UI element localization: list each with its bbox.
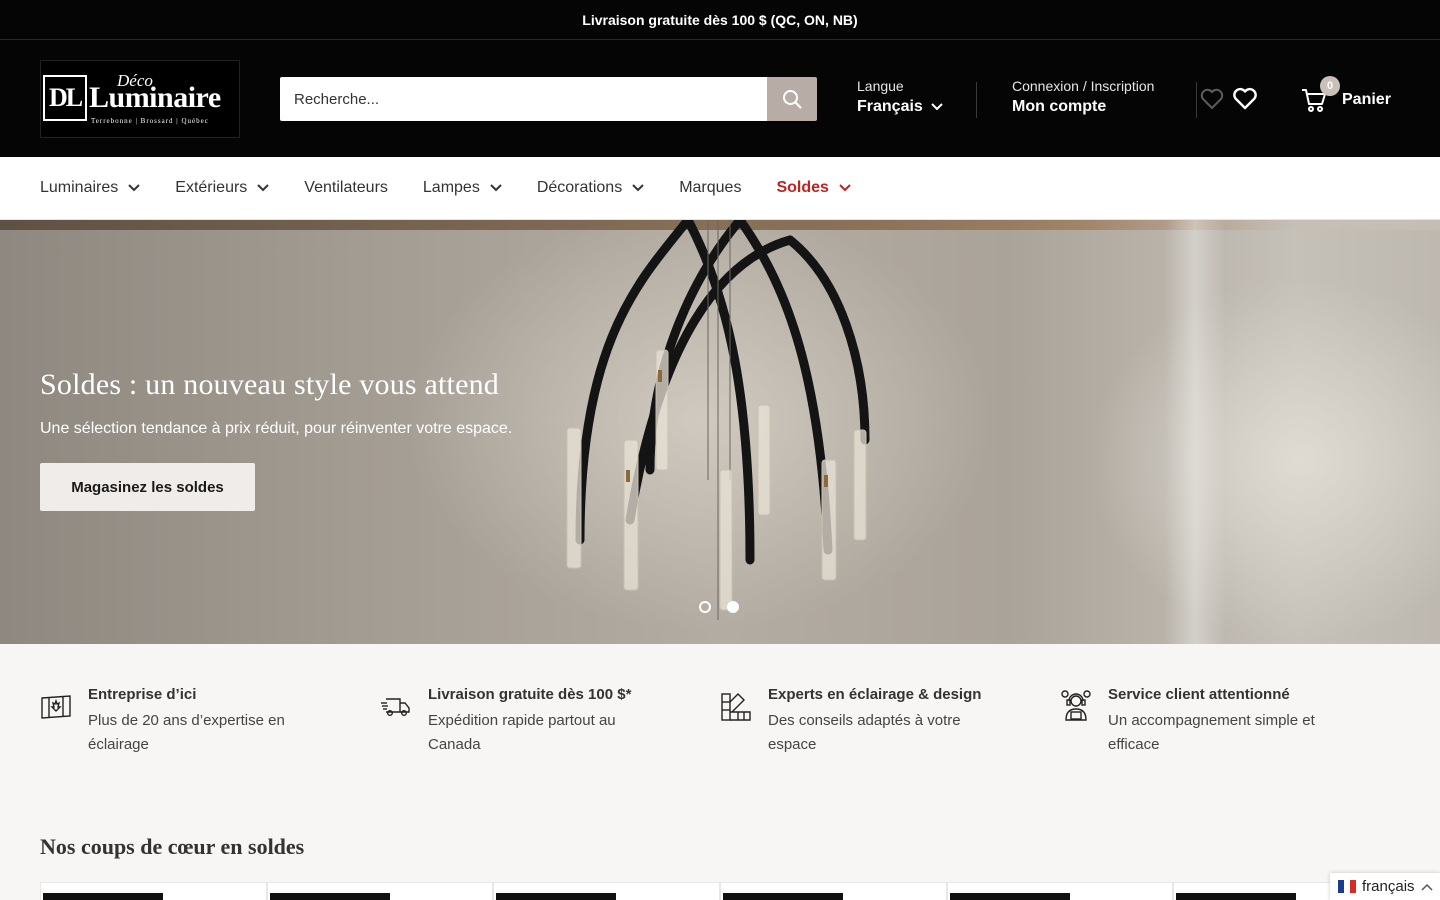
nav-item-marques[interactable]: Marques <box>679 179 741 197</box>
chevron-down-icon <box>839 184 851 192</box>
nav-item-label: Soldes <box>776 179 829 196</box>
chevron-down-icon <box>490 184 502 192</box>
feature-title: Experts en éclairage & design <box>768 686 982 703</box>
announcement-text: Livraison gratuite dès 100 $ (QC, ON, NB… <box>582 11 858 28</box>
chevron-down-icon <box>931 103 943 111</box>
sale-badge <box>949 893 1070 900</box>
french-flag-icon <box>1338 880 1356 893</box>
search-icon <box>783 90 802 109</box>
shop-sale-button[interactable]: Magasinez les soldes <box>40 463 255 511</box>
search-input[interactable] <box>280 77 767 121</box>
feature-text: Plus de 20 ans d’expertise en éclairage <box>88 712 285 753</box>
account-value: Mon compte <box>1012 98 1107 115</box>
nav-item-label: Décorations <box>536 179 623 196</box>
account-label: Connexion / Inscription <box>1012 78 1155 94</box>
product-card[interactable] <box>266 882 494 900</box>
feature-text: Des conseils adaptés à votre espace <box>768 712 961 753</box>
nav-item-label: Luminaires <box>40 179 119 196</box>
hero-content: Soldes : un nouveau style vous attend Un… <box>40 368 512 511</box>
support-agent-icon <box>1061 690 1091 721</box>
nav-item-exterieurs[interactable]: Extérieurs <box>175 179 270 197</box>
sale-badge <box>1176 893 1297 900</box>
feature-title: Livraison gratuite dès 100 $* <box>428 686 632 703</box>
feature-text: Un accompagnement simple et efficace <box>1108 712 1315 753</box>
delivery-truck-icon <box>381 698 410 717</box>
feature-title: Service client attentionné <box>1108 686 1290 703</box>
nav-item-label: Ventilateurs <box>304 179 388 196</box>
feature-item: Experts en éclairage & design Des consei… <box>720 686 1060 829</box>
product-carousel <box>40 882 1401 900</box>
product-card[interactable] <box>493 882 721 900</box>
logo-sub-text: Terrebonne | Brossard | Québec <box>91 116 209 125</box>
chevron-down-icon <box>128 184 140 192</box>
nav-item-label: Lampes <box>422 179 480 196</box>
features-row: Entreprise d’ici Plus de 20 ans d’expert… <box>0 644 1440 829</box>
site-header: DL Déco Luminaire Terrebonne | Brossard … <box>0 40 1440 157</box>
hero-light-beam <box>1165 220 1225 644</box>
canada-flag-icon <box>41 695 71 719</box>
language-label: Langue <box>857 78 904 94</box>
cart-link[interactable]: 0 Panier <box>1300 76 1391 114</box>
feature-text: Expédition rapide partout au Canada <box>428 712 616 753</box>
wishlist-heart-icon[interactable] <box>1232 87 1258 111</box>
search-button[interactable] <box>767 77 817 121</box>
cart-icon-wrap: 0 <box>1300 76 1340 114</box>
feature-item: Livraison gratuite dès 100 $* Expédition… <box>380 686 720 829</box>
feature-item: Entreprise d’ici Plus de 20 ans d’expert… <box>40 686 380 829</box>
announcement-bar: Livraison gratuite dès 100 $ (QC, ON, NB… <box>0 0 1440 40</box>
wishlist-ghost-icon <box>1200 88 1224 110</box>
logo-main-text: Luminaire <box>89 80 221 114</box>
search-bar <box>280 77 817 121</box>
site-logo[interactable]: DL Déco Luminaire Terrebonne | Brossard … <box>40 59 240 138</box>
nav-item-lampes[interactable]: Lampes <box>423 179 502 197</box>
language-value: Français <box>857 98 923 115</box>
header-divider <box>1196 82 1197 118</box>
nav-item-decorations[interactable]: Décorations <box>537 179 644 197</box>
nav-item-soldes[interactable]: Soldes <box>776 179 851 197</box>
account-link[interactable]: Connexion / Inscription Mon compte <box>1012 78 1154 116</box>
nav-item-luminaires[interactable]: Luminaires <box>40 179 140 197</box>
hero-subtitle: Une sélection tendance à prix réduit, po… <box>40 420 513 437</box>
cart-count-badge: 0 <box>1320 76 1340 96</box>
sale-badge <box>43 893 163 900</box>
feature-title: Entreprise d’ici <box>88 686 197 703</box>
language-selector[interactable]: Langue Français <box>857 78 943 116</box>
feature-item: Service client attentionné Un accompagne… <box>1060 686 1400 829</box>
logo-mark: DL <box>43 74 87 121</box>
chandelier-image <box>566 220 870 620</box>
slide-dot-2[interactable] <box>727 601 739 613</box>
header-divider <box>976 82 977 118</box>
chevron-down-icon <box>632 184 644 192</box>
chevron-up-icon <box>1421 883 1433 891</box>
nav-item-ventilateurs[interactable]: Ventilateurs <box>304 179 388 197</box>
color-swatch-icon <box>721 693 751 721</box>
hero-banner: Soldes : un nouveau style vous attend Un… <box>0 220 1440 644</box>
language-switcher-widget[interactable]: français <box>1330 873 1440 900</box>
sale-badge <box>496 893 617 900</box>
slider-pagination <box>699 601 739 613</box>
product-card[interactable] <box>40 882 267 900</box>
product-card[interactable] <box>946 882 1174 900</box>
section-title: Nos coups de cœur en soldes <box>40 834 305 859</box>
product-card[interactable] <box>720 882 947 900</box>
sale-badge <box>269 893 390 900</box>
sale-badge <box>723 893 844 900</box>
hero-title: Soldes : un nouveau style vous attend <box>40 368 500 401</box>
main-nav: Luminaires Extérieurs Ventilateurs Lampe… <box>0 157 1440 220</box>
nav-item-label: Marques <box>679 179 742 196</box>
cart-label: Panier <box>1342 91 1391 108</box>
slide-dot-1[interactable] <box>699 601 711 613</box>
nav-item-label: Extérieurs <box>175 179 248 196</box>
language-switcher-label: français <box>1362 878 1415 895</box>
chevron-down-icon <box>257 184 270 192</box>
